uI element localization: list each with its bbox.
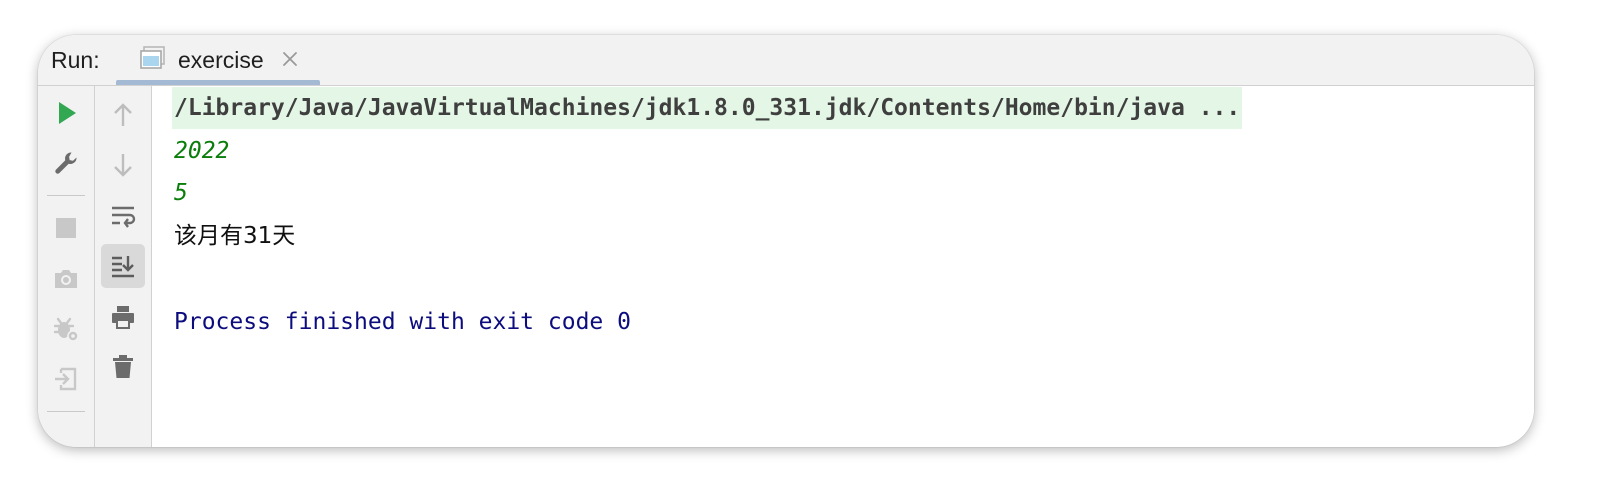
print-button[interactable] xyxy=(103,297,143,337)
console-output[interactable]: /Library/Java/JavaVirtualMachines/jdk1.8… xyxy=(152,86,1534,447)
dump-threads-button[interactable] xyxy=(46,258,86,298)
arrow-down-icon xyxy=(114,154,132,177)
exit-message-line: Process finished with exit code 0 xyxy=(174,309,631,335)
tab-title: exercise xyxy=(178,47,264,73)
soft-wrap-button[interactable] xyxy=(103,196,143,236)
stop-button[interactable] xyxy=(46,208,86,248)
exit-button[interactable] xyxy=(46,359,86,399)
run-toolbar-primary xyxy=(38,86,95,447)
debug-settings-icon xyxy=(53,317,79,342)
wrench-icon xyxy=(55,152,77,174)
trash-icon xyxy=(113,355,133,378)
settings-button[interactable] xyxy=(46,143,86,183)
run-tool-window: Run: exercise /Library/Java/JavaVirtualM… xyxy=(38,35,1534,447)
user-input-line: 2022 xyxy=(174,138,230,164)
arrow-up-icon xyxy=(114,103,132,126)
user-input-line: 5 xyxy=(174,180,188,206)
soft-wrap-icon xyxy=(112,206,136,228)
print-icon xyxy=(112,306,134,329)
clear-all-button[interactable] xyxy=(103,347,143,387)
stop-icon xyxy=(56,218,76,238)
debug-settings-button[interactable] xyxy=(46,309,86,349)
active-tab-indicator xyxy=(116,80,320,85)
run-label: Run: xyxy=(51,47,100,73)
scroll-to-end-button[interactable] xyxy=(101,244,145,288)
run-tab-bar: Run: exercise xyxy=(38,35,1534,86)
toolbar-separator xyxy=(47,411,85,412)
toolbar-separator xyxy=(47,195,85,196)
command-line: /Library/Java/JavaVirtualMachines/jdk1.8… xyxy=(172,87,1243,129)
close-icon[interactable] xyxy=(281,50,299,68)
camera-icon xyxy=(55,270,77,288)
console-window-icon xyxy=(140,46,166,70)
program-output-line: 该月有31天 xyxy=(174,223,296,249)
previous-occurrence-button[interactable] xyxy=(103,95,143,135)
scroll-to-end-icon xyxy=(112,256,134,278)
rerun-icon xyxy=(59,102,76,124)
exit-icon xyxy=(55,367,77,391)
run-toolbar-secondary xyxy=(95,86,152,447)
tab-exercise[interactable]: exercise xyxy=(116,35,320,85)
next-occurrence-button[interactable] xyxy=(103,145,143,185)
rerun-button[interactable] xyxy=(46,93,86,133)
